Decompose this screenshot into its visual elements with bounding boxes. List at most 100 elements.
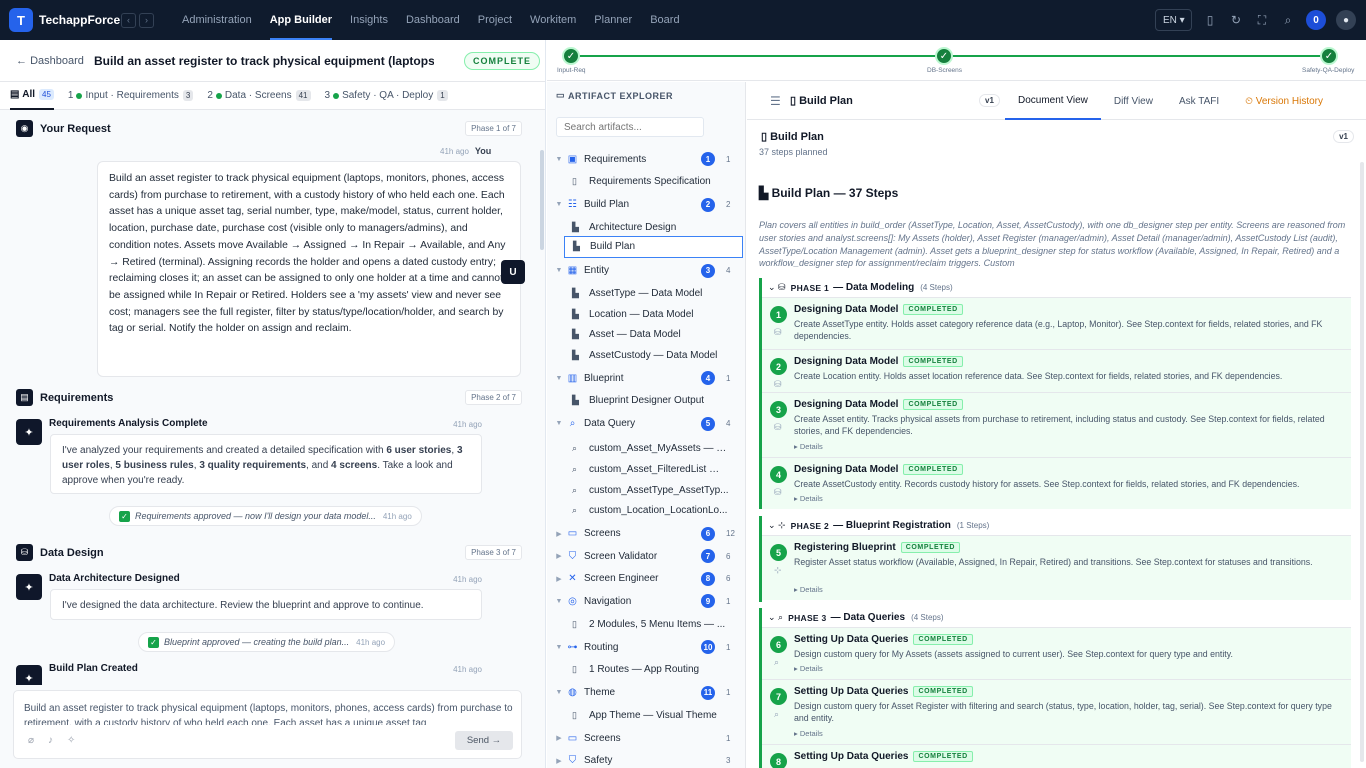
message-input[interactable]: Build an asset register to track physica… (24, 701, 514, 725)
artifact-item[interactable]: ▯ App Theme — Visual Theme (547, 704, 745, 726)
microphone-icon[interactable]: ♪ (48, 735, 53, 746)
phase-tab-1[interactable]: 1 Input · Requirements 3 (68, 82, 194, 110)
artifact-item[interactable]: ⌕ custom_Asset_FilteredList — ... (547, 458, 745, 480)
artifact-group-screens[interactable]: ▶ ▭ Screens 6 12 (547, 523, 745, 545)
back-to-dashboard-link[interactable]: ← Dashboard (16, 55, 94, 67)
notification-badge[interactable]: 0 (1306, 10, 1326, 30)
artifact-item[interactable]: ▙ Asset — Data Model (547, 324, 745, 346)
artifact-item[interactable]: ⌕ custom_AssetType_AssetTyp... (547, 479, 745, 501)
artifact-group-data-query[interactable]: ▼ ⌕ Data Query 5 4 (547, 413, 745, 435)
artifact-group-safety[interactable]: ▶ ⛉ Safety 3 (547, 750, 745, 768)
step-details-toggle[interactable]: ▸ Details (794, 729, 823, 738)
phase-tab-3[interactable]: 3 Safety · QA · Deploy 1 (325, 82, 448, 110)
tab-ask-tafi[interactable]: Ask TAFI (1166, 82, 1232, 120)
language-select[interactable]: EN ▾ (1155, 9, 1192, 31)
tab-version-history[interactable]: ⏲ Version History (1232, 82, 1336, 120)
user-avatar[interactable]: ● (1336, 10, 1356, 30)
tab-document-view[interactable]: Document View (1005, 82, 1101, 120)
artifact-item[interactable]: ▯ Requirements Specification (547, 171, 745, 193)
artifact-group-screens[interactable]: ▶ ▭ Screens 1 (547, 727, 745, 749)
step-details-toggle[interactable]: ▸ Details (794, 494, 823, 503)
chevron-down-icon[interactable]: ▼ (552, 689, 566, 696)
artifact-group-routing[interactable]: ▼ ⊶ Routing 10 1 (547, 636, 745, 658)
artifact-group-blueprint[interactable]: ▼ ▥ Blueprint 4 1 (547, 367, 745, 389)
pipeline-node-check-icon[interactable]: ✓ (562, 47, 580, 65)
artifact-item[interactable]: ▙ AssetCustody — Data Model (547, 344, 745, 366)
tab-diff-view[interactable]: Diff View (1101, 82, 1166, 120)
fullscreen-icon[interactable]: ⛶ (1254, 12, 1270, 28)
plan-step[interactable]: 4 ⛁ Designing Data Model COMPLETED Create As… (762, 457, 1351, 509)
menu-icon[interactable]: ☰ (770, 94, 790, 108)
artifact-group-navigation[interactable]: ▼ ◎ Navigation 9 1 (547, 590, 745, 612)
send-button[interactable]: Send → (455, 731, 513, 750)
phase-tab-0[interactable]: ▤ All 45 (10, 82, 54, 110)
sparkle-icon[interactable]: ✧ (67, 735, 75, 746)
artifact-group-build-plan[interactable]: ▼ ☷ Build Plan 2 2 (547, 194, 745, 216)
nav-item-insights[interactable]: Insights (341, 0, 397, 40)
plan-step[interactable]: 7 ⌕ Setting Up Data Queries COMPLETED Design… (762, 679, 1351, 744)
artifact-item[interactable]: ⌕ custom_Asset_MyAssets — D... (547, 438, 745, 460)
nav-item-board[interactable]: Board (641, 0, 688, 40)
artifact-item[interactable]: ▯ 1 Routes — App Routing (547, 659, 745, 681)
nav-item-workitem[interactable]: Workitem (521, 0, 585, 40)
pipeline-node-check-icon[interactable]: ✓ (935, 47, 953, 65)
nav-item-dashboard[interactable]: Dashboard (397, 0, 469, 40)
chevron-down-icon[interactable]: ▼ (552, 267, 566, 274)
artifact-search-input[interactable] (556, 117, 704, 137)
attach-icon[interactable]: ⌀ (28, 735, 34, 746)
pipeline-node-check-icon[interactable]: ✓ (1320, 47, 1338, 65)
plan-step[interactable]: 5 ⊹ Registering Blueprint COMPLETED Register… (762, 535, 1351, 600)
chevron-right-icon[interactable]: ▶ (552, 575, 566, 583)
phase-tab-2[interactable]: 2 Data · Screens 41 (207, 82, 311, 110)
version-badge[interactable]: v1 (979, 94, 1000, 107)
document-scrollbar[interactable] (1360, 162, 1364, 762)
chevron-down-icon[interactable]: ⌄ (768, 282, 776, 293)
nav-item-administration[interactable]: Administration (173, 0, 261, 40)
chevron-right-icon[interactable]: ▶ (552, 530, 566, 538)
artifact-item[interactable]: ▯ 2 Modules, 5 Menu Items — ... (547, 613, 745, 635)
nav-item-app-builder[interactable]: App Builder (261, 0, 341, 40)
artifact-item[interactable]: ▙ Blueprint Designer Output (547, 390, 745, 412)
artifact-group-screen-validator[interactable]: ▶ ⛉ Screen Validator 7 6 (547, 545, 745, 567)
plan-step[interactable]: 3 ⛁ Designing Data Model COMPLETED Create As… (762, 392, 1351, 457)
nav-back-icon[interactable]: ‹ (121, 12, 136, 28)
step-details-toggle[interactable]: ▸ Details (794, 664, 823, 673)
chevron-down-icon[interactable]: ⌄ (768, 612, 776, 623)
artifact-item[interactable]: ⌕ custom_Location_LocationLo... (547, 500, 745, 522)
artifact-item[interactable]: ▙ AssetType — Data Model (547, 282, 745, 304)
artifact-group-requirements[interactable]: ▼ ▣ Requirements 1 1 (547, 148, 745, 170)
pill-text: Requirements approved — now I'll design … (135, 511, 376, 521)
phase-header[interactable]: ⌄ ⛁ PHASE 1— Data Modeling (4 Steps) (762, 278, 1351, 297)
chevron-right-icon[interactable]: ▶ (552, 734, 566, 742)
nav-forward-icon[interactable]: › (139, 12, 154, 28)
document-icon[interactable]: ▯ (1202, 12, 1218, 28)
artifact-group-entity[interactable]: ▼ ▦ Entity 3 4 (547, 260, 745, 282)
search-icon[interactable]: ⌕ (1280, 12, 1296, 28)
chevron-down-icon[interactable]: ▼ (552, 644, 566, 651)
artifact-group-theme[interactable]: ▼ ◍ Theme 11 1 (547, 682, 745, 704)
chevron-down-icon[interactable]: ▼ (552, 375, 566, 382)
nav-item-planner[interactable]: Planner (585, 0, 641, 40)
step-details-toggle[interactable]: ▸ Details (794, 442, 823, 451)
chevron-down-icon[interactable]: ▼ (552, 420, 566, 427)
chevron-right-icon[interactable]: ▶ (552, 552, 566, 560)
app-logo[interactable]: T (9, 8, 33, 32)
phase-header[interactable]: ⌄ ⌕ PHASE 3— Data Queries (4 Steps) (762, 608, 1351, 627)
chat-scrollbar[interactable] (540, 150, 544, 250)
plan-step[interactable]: 2 ⛁ Designing Data Model COMPLETED Create Lo… (762, 349, 1351, 392)
artifact-item[interactable]: ▙ Build Plan (564, 235, 743, 258)
artifact-item[interactable]: ▙ Location — Data Model (547, 303, 745, 325)
artifact-group-screen-engineer[interactable]: ▶ ✕ Screen Engineer 8 6 (547, 568, 745, 590)
chevron-right-icon[interactable]: ▶ (552, 757, 566, 765)
chevron-down-icon[interactable]: ▼ (552, 598, 566, 605)
chevron-down-icon[interactable]: ▼ (552, 201, 566, 208)
plan-step[interactable]: 1 ⛁ Designing Data Model COMPLETED Create As… (762, 297, 1351, 349)
phase-header[interactable]: ⌄ ⊹ PHASE 2— Blueprint Registration (1 Ste… (762, 516, 1351, 535)
plan-step[interactable]: 6 ⌕ Setting Up Data Queries COMPLETED Design… (762, 627, 1351, 679)
step-details-toggle[interactable]: ▸ Details (794, 585, 823, 594)
chevron-down-icon[interactable]: ▼ (552, 156, 566, 163)
nav-item-project[interactable]: Project (469, 0, 521, 40)
refresh-icon[interactable]: ↻ (1228, 12, 1244, 28)
chevron-down-icon[interactable]: ⌄ (768, 520, 776, 531)
plan-step[interactable]: 8 Setting Up Data Queries COMPLETED (762, 744, 1351, 768)
